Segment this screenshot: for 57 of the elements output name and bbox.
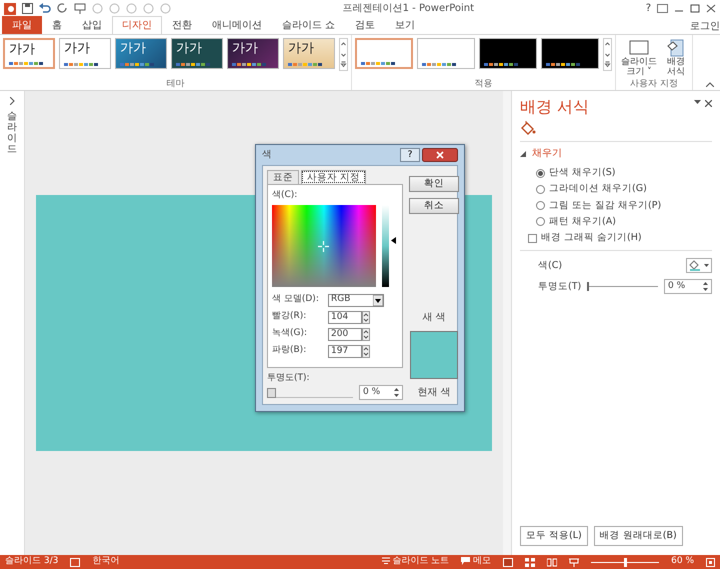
new-color-label: 새 색 [422,311,446,325]
fill-section-header[interactable]: 채우기 [520,141,712,165]
theme-thumbnail[interactable]: 가가 [3,38,55,69]
color-model-label: 색 모델(D): [272,293,320,306]
help-button[interactable]: ? [400,148,420,162]
dialog-title: 색 [262,148,272,162]
sign-in-link[interactable]: 로그인 [690,19,720,34]
language-indicator[interactable]: 한국어 [92,555,120,569]
fill-option[interactable]: 패턴 채우기(A) [520,214,712,230]
thumbnail-pane-label[interactable]: 슬라이드 [7,111,17,155]
channel-label: 파랑(B): [272,344,308,358]
file-tab[interactable]: 파일 [2,16,42,34]
channel-label: 빨강(R): [272,310,308,324]
ribbon-tab[interactable]: 애니메이션 [202,16,272,34]
dialog-tab[interactable]: 표준 [267,170,299,184]
ribbon-tab[interactable]: 슬라이드 쇼 [272,16,346,34]
fill-option[interactable]: 그림 또는 질감 채우기(P) [520,198,712,214]
ribbon-tab[interactable]: 홈 [42,16,72,34]
group-label: 테마 [166,79,186,90]
ribbon-tab[interactable]: 삽입 [72,16,112,34]
group-label: 사용자 지정 [629,79,679,90]
theme-thumbnail[interactable]: 가가 [227,38,279,69]
group-label: 적용 [474,79,494,90]
fill-option[interactable]: 단색 채우기(S) [520,165,712,182]
ribbon-tab[interactable]: 전환 [162,16,202,34]
transparency-label: 투명도(T): [267,372,311,384]
reset-background-button[interactable]: 배경 원래대로(B) [594,526,683,546]
apply-all-button[interactable]: 모두 적용(L) [520,526,588,546]
ribbon-tab[interactable]: 디자인 [112,16,162,34]
theme-thumbnail[interactable]: 가가 [283,38,335,69]
comments-button[interactable]: 메모 [461,555,492,569]
pane-title: 배경 서식 [520,97,590,117]
slide-size-button[interactable]: 슬라이드 크기 ˅ [619,38,659,79]
theme-thumbnail[interactable]: 가가 [115,38,167,69]
channel-label: 녹색(G): [272,327,308,340]
fill-option[interactable]: 그라데이션 채우기(G) [520,181,712,198]
ribbon-tab[interactable]: 검토 [345,16,386,34]
transparency-field[interactable]: 0 % [664,279,712,294]
cancel-button[interactable]: 취소 [409,198,459,214]
hide-graphics-checkbox[interactable]: 배경 그래픽 숨기기(H) [520,230,712,246]
theme-thumbnail[interactable]: 가가 [59,38,111,69]
slide-counter: 슬라이드 3/3 [5,555,58,568]
notes-button[interactable]: 슬라이드 노트 [382,555,450,569]
zoom-level[interactable]: 60 % [671,555,694,569]
colors-label: 색(C): [272,189,298,202]
theme-thumbnail[interactable]: 가가 [171,38,223,69]
window-title: 프레젠테이션1 - PowerPoint [342,2,476,16]
color-model-dropdown[interactable]: RGB [328,294,384,306]
ok-button[interactable]: 확인 [409,176,459,192]
format-background-button[interactable]: 배경 서식 [663,38,689,79]
current-color-label: 현재 색 [417,386,451,400]
color-label: 색(C) [538,258,562,273]
dialog-tab[interactable]: 사용자 지정 [301,170,366,184]
transparency-field[interactable]: 0 % [359,385,403,400]
help-button[interactable]: ? [646,1,651,16]
transparency-label: 투명도(T) [538,280,582,294]
ribbon-tab[interactable]: 보기 [385,16,426,34]
